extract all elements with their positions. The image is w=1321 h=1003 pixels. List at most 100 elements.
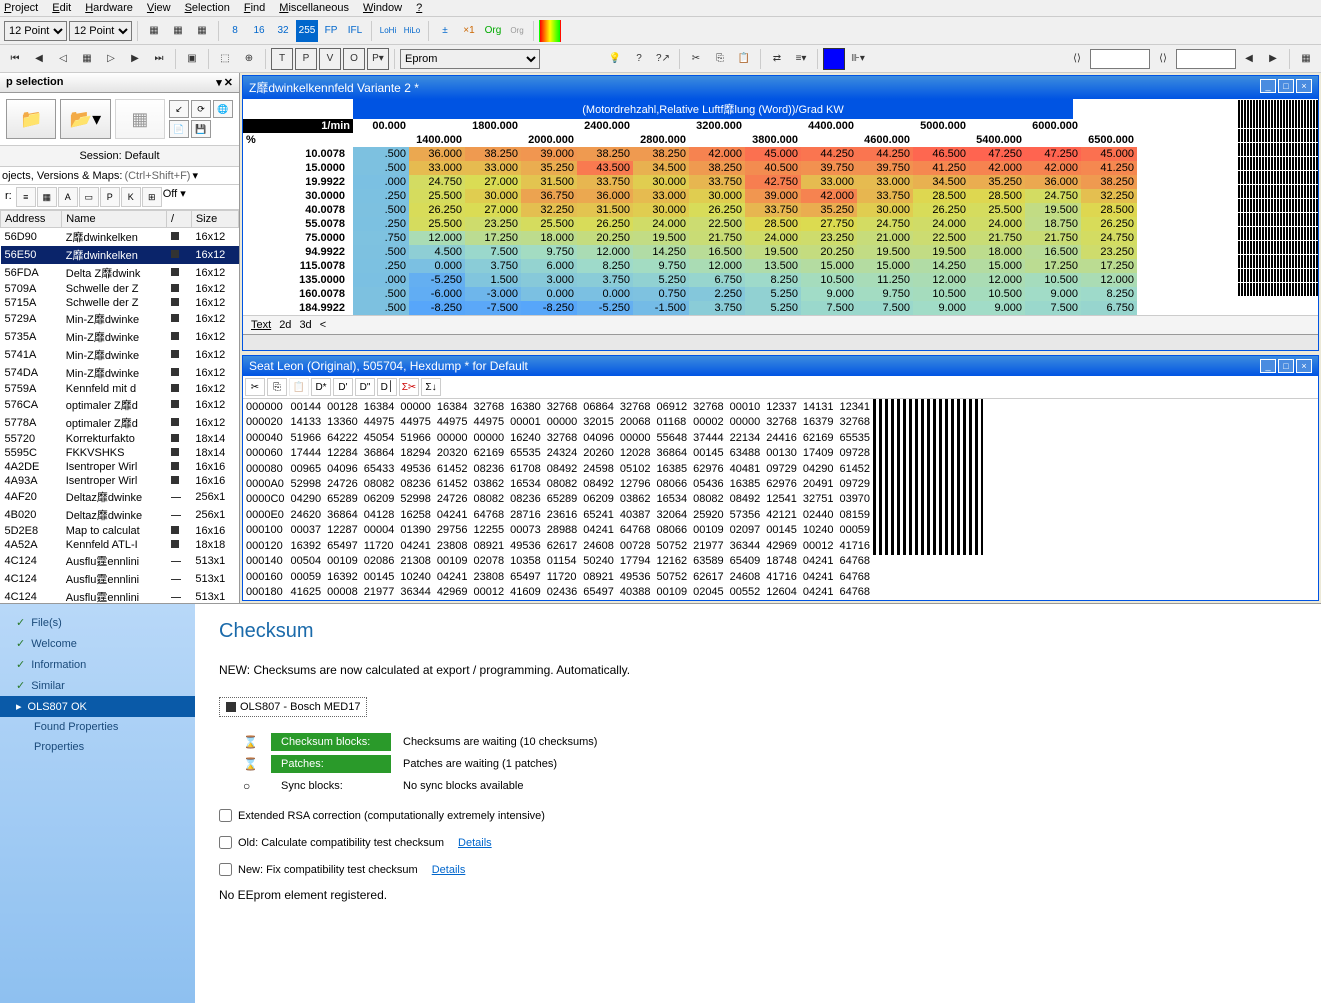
tb-btn-32[interactable]: 32 (272, 20, 294, 42)
tb2-btn-p[interactable]: P (295, 48, 317, 70)
menu-window[interactable]: Window (363, 2, 402, 14)
menu-view[interactable]: View (147, 2, 171, 14)
map-row-5715A[interactable]: 5715ASchwelle der Z16x12 (1, 296, 239, 310)
map-row-4AF20[interactable]: 4AF20Deltaz靡dwinke256x1 (1, 488, 239, 506)
map-row-56D90[interactable]: 56D90Z靡dwinkelken16x12 (1, 228, 239, 247)
tb2-y2[interactable]: ≡▾ (790, 48, 812, 70)
help-arrow-icon[interactable]: ?↗ (652, 48, 674, 70)
bulb-icon[interactable]: 💡 (604, 48, 626, 70)
menu-miscellaneous[interactable]: Miscellaneous (279, 2, 349, 14)
tb-btn-255[interactable]: 255 (296, 20, 318, 42)
tb-btn-lohi[interactable]: LoHi (377, 20, 399, 42)
map-row-574DA[interactable]: 574DAMin-Z靡dwinke16x12 (1, 364, 239, 382)
tb-btn-ifl[interactable]: IFL (344, 20, 366, 42)
nav-last-icon[interactable]: ⏭ (148, 48, 170, 70)
map-row-4C124[interactable]: 4C124Ausflu霆ennlini513x1 (1, 552, 239, 570)
tb2-field-2[interactable] (1176, 49, 1236, 69)
hex-b3[interactable]: D" (355, 378, 375, 396)
map-hscroll[interactable] (243, 334, 1318, 350)
open-btn-1[interactable]: 📁 (6, 99, 56, 139)
nav-similar[interactable]: ✓Similar (0, 675, 195, 696)
point-combo-2[interactable]: 12 Point (69, 21, 132, 41)
hex-copy-icon[interactable]: ⎘ (267, 378, 287, 396)
map-row-56FDA[interactable]: 56FDADelta Z靡dwink16x12 (1, 264, 239, 282)
tb2-btn-b[interactable]: ⬚ (214, 48, 236, 70)
tb2-end[interactable]: ▦ (1295, 48, 1317, 70)
open-btn-2[interactable]: 📂▾ (60, 99, 110, 139)
map-row-5778A[interactable]: 5778Aoptimaler Z靡d16x12 (1, 414, 239, 432)
sb-4[interactable]: 📄 (169, 120, 189, 138)
map-row-5709A[interactable]: 5709ASchwelle der Z16x12 (1, 282, 239, 296)
tb2-btn-o[interactable]: O (343, 48, 365, 70)
hex-close-icon[interactable]: × (1296, 359, 1312, 373)
hex-b6[interactable]: Σ↓ (421, 378, 441, 396)
mb-4[interactable]: ▭ (79, 187, 99, 207)
nav-fwd-icon[interactable]: ▷ (100, 48, 122, 70)
tb-btn-color[interactable] (539, 20, 561, 42)
map-row-4A52A[interactable]: 4A52AKennfeld ATL-I18x18 (1, 538, 239, 552)
map-row-4B020[interactable]: 4B020Deltaz靡dwinke256x1 (1, 506, 239, 524)
nav-ols807-ok[interactable]: ▸OLS807 OK (0, 696, 195, 717)
hex-table[interactable]: 0000000014400128163840000016384327681638… (243, 399, 873, 600)
map-row-4C124[interactable]: 4C124Ausflu霆ennlini513x1 (1, 588, 239, 603)
hex-b2[interactable]: D' (333, 378, 353, 396)
mb-5[interactable]: P (100, 187, 120, 207)
map-close-icon[interactable]: × (1296, 79, 1312, 93)
tb2-btn-t[interactable]: T (271, 48, 293, 70)
map-row-5729A[interactable]: 5729AMin-Z靡dwinke16x12 (1, 310, 239, 328)
tb-btn-x1[interactable]: ×1 (458, 20, 480, 42)
sb-1[interactable]: ↙ (169, 100, 189, 118)
help-icon[interactable]: ? (628, 48, 650, 70)
nav-first-icon[interactable]: ⏮ (4, 48, 26, 70)
tb-btn-hilo[interactable]: HiLo (401, 20, 423, 42)
map-grid[interactable]: 1/min00.0001800.0002400.0003200.0004400.… (243, 119, 1137, 315)
mb-1[interactable]: ≡ (16, 187, 36, 207)
tb2-arrow-r[interactable]: ▶ (1262, 48, 1284, 70)
tb-btn-org[interactable]: Org (482, 20, 504, 42)
hex-b5[interactable]: Σ✂ (399, 378, 419, 396)
menu-find[interactable]: Find (244, 2, 265, 14)
tb-btn-org2[interactable]: Org (506, 20, 528, 42)
mb-2[interactable]: ▦ (37, 187, 57, 207)
eprom-combo[interactable]: Eprom (400, 49, 540, 69)
sb-3[interactable]: 🌐 (213, 100, 233, 118)
menu-selection[interactable]: Selection (185, 2, 230, 14)
tb2-x2[interactable]: ⎘ (709, 48, 731, 70)
mb-6[interactable]: K (121, 187, 141, 207)
map-min-icon[interactable]: _ (1260, 79, 1276, 93)
filter-dd-icon[interactable]: ▾ (192, 169, 198, 182)
nav-welcome[interactable]: ✓Welcome (0, 633, 195, 654)
map-row-5595C[interactable]: 5595CFKKVSHKS18x14 (1, 446, 239, 460)
open-btn-3[interactable]: ▦ (115, 99, 165, 139)
map-row-5D2E8[interactable]: 5D2E8Map to calculat16x16 (1, 524, 239, 538)
tb2-x3[interactable]: 📋 (733, 48, 755, 70)
map-row-5759A[interactable]: 5759AKennfeld mit d16x12 (1, 382, 239, 396)
tb-btn-pm[interactable]: ± (434, 20, 456, 42)
tb2-field-1[interactable] (1090, 49, 1150, 69)
hex-min-icon[interactable]: _ (1260, 359, 1276, 373)
off-dd[interactable]: Off ▾ (163, 187, 186, 207)
hex-cut-icon[interactable]: ✂ (245, 378, 265, 396)
map-row-5741A[interactable]: 5741AMin-Z靡dwinke16x12 (1, 346, 239, 364)
tb2-btn-a[interactable]: ▣ (181, 48, 203, 70)
map-tab-Text[interactable]: Text (251, 319, 271, 331)
map-tab-<[interactable]: < (320, 319, 326, 331)
tb-btn-fp[interactable]: FP (320, 20, 342, 42)
tb2-btn-c[interactable]: ⊕ (238, 48, 260, 70)
tb2-nav-r[interactable]: ⟨⟩ (1152, 48, 1174, 70)
map-max-icon[interactable]: □ (1278, 79, 1294, 93)
tb-btn-2[interactable]: ▦ (167, 20, 189, 42)
mb-7[interactable]: ⊞ (142, 187, 162, 207)
old-calc-checkbox[interactable] (219, 836, 232, 849)
hex-b4[interactable]: D׀ (377, 378, 397, 396)
menu-project[interactable]: Project (4, 2, 38, 14)
tb2-arrow-l[interactable]: ◀ (1238, 48, 1260, 70)
tb-btn-8[interactable]: 8 (224, 20, 246, 42)
ext-rsa-checkbox[interactable] (219, 809, 232, 822)
sb-2[interactable]: ⟳ (191, 100, 211, 118)
menu-?[interactable]: ? (416, 2, 422, 14)
sb-5[interactable]: 💾 (191, 120, 211, 138)
tb2-bars[interactable]: ⊪▾ (847, 48, 869, 70)
map-tab-3d[interactable]: 3d (299, 319, 311, 331)
map-row-4A93A[interactable]: 4A93AIsentroper Wirl16x16 (1, 474, 239, 488)
